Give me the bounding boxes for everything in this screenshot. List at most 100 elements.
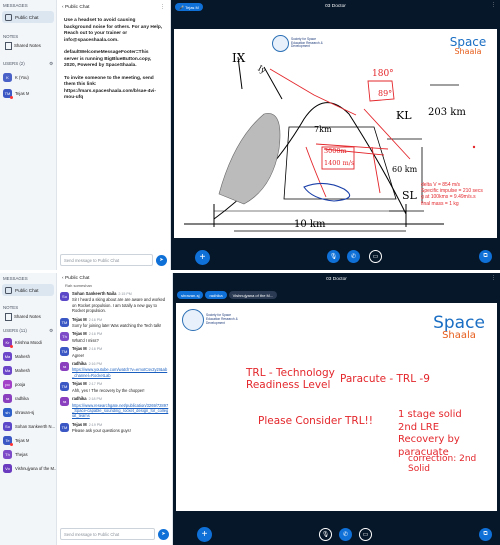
shared-notes-item[interactable]: Shared Notes bbox=[0, 39, 56, 50]
avatar: Vo bbox=[3, 464, 12, 473]
notes-header: NOTES bbox=[3, 305, 19, 310]
user-list-item[interactable]: Ma Mahesh bbox=[0, 365, 56, 376]
chat-message-input[interactable]: Send message to Public Chat bbox=[60, 528, 155, 540]
sender-name: Tejas M bbox=[72, 331, 87, 337]
send-button[interactable]: ➤ bbox=[156, 254, 167, 266]
message-text: What'd I miss? bbox=[72, 337, 99, 343]
message-text: Please ask your questions guys! bbox=[72, 428, 131, 434]
message-time: 2:15 PM bbox=[118, 292, 132, 296]
hw-89: 89° bbox=[378, 89, 393, 98]
hw-1400: 1400 m/s bbox=[324, 159, 355, 167]
message-header: Tejas M 2:16 PM bbox=[72, 331, 102, 337]
settings-gear-icon[interactable]: ⚙ bbox=[49, 328, 53, 334]
chat-options-icon[interactable]: ⋮ bbox=[160, 5, 165, 10]
presentation-slide: Society for Space Education Research & D… bbox=[174, 29, 497, 238]
avatar: ra bbox=[3, 394, 12, 403]
settings-gear-icon[interactable]: ⚙ bbox=[49, 61, 53, 67]
user-list-item[interactable]: po pooja bbox=[0, 379, 56, 390]
video-icon: ▭ bbox=[372, 254, 379, 260]
leave-audio-button[interactable]: ✆ bbox=[339, 528, 352, 541]
stage-1-text: 1 stage solid bbox=[398, 409, 462, 420]
actions-plus-button[interactable]: + bbox=[197, 527, 212, 542]
avatar: TM bbox=[60, 317, 69, 327]
message-link[interactable]: https://www.youtube.com/watch?v=emoICsv2… bbox=[72, 367, 169, 378]
actions-plus-button[interactable]: + bbox=[195, 250, 210, 265]
screenshot-top: MESSAGES Public Chat NOTES Shared Notes … bbox=[0, 0, 500, 270]
screenshot-bottom: MESSAGES Public Chat NOTES Shared Notes … bbox=[0, 273, 500, 545]
mute-button[interactable]: 🎙 bbox=[327, 250, 340, 263]
back-chevron-icon[interactable]: ‹ bbox=[62, 5, 64, 10]
presentation-slide: Society for Space Education Research & D… bbox=[176, 303, 497, 511]
user-list-item[interactable]: Vo Vishnujyana of the M... bbox=[0, 463, 56, 474]
presenter-pill[interactable]: 🎤 Tejas M bbox=[175, 3, 203, 11]
user-list-item[interactable]: TM Tejas M bbox=[0, 87, 56, 99]
video-icon: ▭ bbox=[362, 532, 369, 538]
hw-3000m: 3000m bbox=[324, 147, 347, 155]
user-list-item[interactable]: Kr Krishna Moodi bbox=[0, 337, 56, 348]
back-chevron-icon[interactable]: ‹ bbox=[62, 276, 64, 281]
avatar: So bbox=[60, 292, 69, 301]
message-time: 2:17 PM bbox=[88, 382, 103, 387]
talker-pill-3[interactable]: Vishnujyana of the M... bbox=[228, 291, 278, 299]
message-body: Tejas M 2:16 PM Agree! bbox=[72, 346, 102, 358]
send-button[interactable]: ➤ bbox=[158, 528, 169, 540]
avatar: Th bbox=[60, 332, 69, 342]
message-text: Agree! bbox=[72, 352, 85, 358]
user-list-item[interactable]: Te Tejas M bbox=[0, 435, 56, 446]
talker-pill-2[interactable]: radhika bbox=[205, 291, 227, 299]
message-link[interactable]: https://www.researchgate.net/publication… bbox=[72, 403, 169, 419]
presentation-area: 03 Doctor ⋮ shravan-sj radhika Vishnujya… bbox=[173, 273, 500, 545]
hw-kl: KL bbox=[396, 109, 412, 122]
chat-message: Th Tejas M 2:16 PM What'd I miss? bbox=[60, 331, 169, 343]
user-list-item[interactable]: Th Thejas bbox=[0, 449, 56, 460]
user-list-item[interactable]: ra radhika bbox=[0, 393, 56, 404]
sender-name: radhika bbox=[72, 361, 87, 367]
options-menu-icon[interactable]: ⋮ bbox=[491, 3, 496, 8]
chat-message-input[interactable]: Send message to Public Chat bbox=[60, 254, 153, 266]
media-controls: + 🎙 ✆ ▭ ⧉ bbox=[173, 526, 500, 542]
messages-header: MESSAGES bbox=[3, 3, 28, 8]
user-list-item[interactable]: sh shravan-sj bbox=[0, 407, 56, 418]
avatar: ra bbox=[60, 362, 69, 372]
avatar: Te bbox=[3, 436, 13, 446]
user-list-item[interactable]: Ma Mahesh bbox=[0, 351, 56, 362]
presentation-area: 🎤 Tejas M 03 Doctor ⋮ Society for Space … bbox=[171, 0, 500, 270]
public-chat-item[interactable]: Public Chat bbox=[2, 284, 54, 296]
public-chat-item[interactable]: Public Chat bbox=[2, 11, 54, 23]
avatar: po bbox=[3, 380, 12, 389]
avatar: TM bbox=[60, 347, 69, 357]
chat-message: ra radhika 2:16 PM https://www.youtube.com/… bbox=[60, 361, 169, 378]
avatar: TM bbox=[3, 88, 13, 99]
chat-message: TM Tejas M 2:19 PM Please ask your question… bbox=[60, 422, 169, 434]
avatar: TM bbox=[60, 422, 69, 432]
minimize-presentation-button[interactable]: ⧉ bbox=[479, 250, 492, 263]
user-list-item[interactable]: KK (You) bbox=[0, 71, 56, 83]
message-body: Tejas M 2:16 PM Sorry for joining late! Wa… bbox=[72, 317, 161, 329]
phone-icon: ✆ bbox=[350, 254, 357, 260]
share-webcam-button[interactable]: ▭ bbox=[369, 250, 382, 263]
hw-180: 180° bbox=[372, 69, 394, 79]
user-list-item[interactable]: So Sohan Sankeerth N... bbox=[0, 421, 56, 432]
minimize-presentation-button[interactable]: ⧉ bbox=[479, 528, 492, 541]
talking-indicators: shravan-sj radhika Vishnujyana of the M.… bbox=[177, 291, 279, 299]
message-body: radhika 2:16 PM https://www.youtube.com/wa… bbox=[72, 361, 169, 378]
share-webcam-button[interactable]: ▭ bbox=[359, 528, 372, 541]
leave-audio-button[interactable]: ✆ bbox=[347, 250, 360, 263]
message-time: 2:16 PM bbox=[88, 347, 103, 352]
presenter-name: Tejas M bbox=[185, 4, 199, 10]
talker-pill-1[interactable]: shravan-sj bbox=[177, 291, 204, 299]
public-chat-label: Public Chat bbox=[15, 14, 39, 20]
info-final-mass: final mass = 1 kg bbox=[421, 200, 459, 207]
shared-notes-item[interactable]: Shared Notes bbox=[0, 310, 56, 321]
presentation-topbar: 🎤 Tejas M 03 Doctor ⋮ bbox=[171, 0, 500, 14]
chat-messages: So Sohan Sankeerth Naila 2:15 PM Sir I hear… bbox=[57, 291, 172, 434]
avatar: TM bbox=[60, 382, 69, 392]
hw-sl: SL bbox=[402, 189, 417, 202]
user-name: Mahesh bbox=[15, 354, 30, 359]
options-menu-icon[interactable]: ⋮ bbox=[491, 276, 496, 281]
chat-icon bbox=[5, 286, 12, 294]
mute-button[interactable]: 🎙 bbox=[319, 528, 332, 541]
message-header: Tejas M 2:16 PM bbox=[72, 346, 102, 352]
chat-message: TM Tejas M 2:17 PM Ahh, yes ! The recovery … bbox=[60, 381, 169, 393]
chat-header: ‹ Public Chat ⋮ bbox=[57, 0, 170, 14]
